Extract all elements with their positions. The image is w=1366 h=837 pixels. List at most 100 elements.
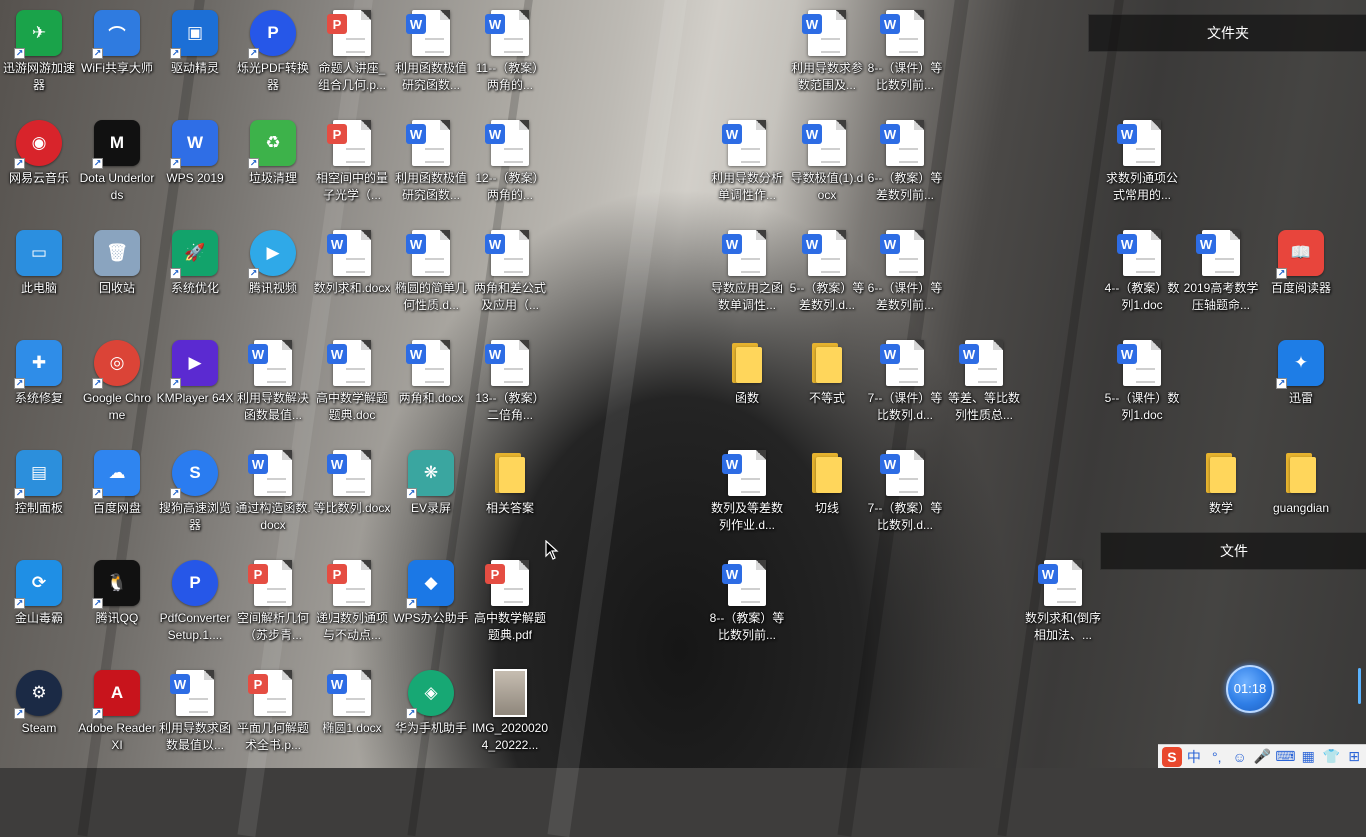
desktop-icon[interactable]: W 7--（教案）等比数列.d...	[866, 442, 944, 552]
desktop-icon[interactable]: W 两角和差公式及应用（...	[471, 222, 549, 332]
desktop-icon[interactable]: M ↗ Dota Underlords	[78, 112, 156, 222]
desktop-icon[interactable]: guangdian	[1262, 442, 1340, 552]
desktop-icon[interactable]: W 数列求和.docx	[313, 222, 391, 332]
desktop-icon[interactable]: ✈ ↗ 迅游网游加速器	[0, 2, 78, 112]
desktop-icon[interactable]: 切线	[788, 442, 866, 552]
desktop-icon[interactable]: W 导数极值(1).docx	[788, 112, 866, 222]
desktop-icon[interactable]: A ↗ Adobe Reader XI	[78, 662, 156, 772]
desktop-icon[interactable]: ⟳ ↗ 金山毒霸	[0, 552, 78, 662]
desktop-icon[interactable]: W 数列及等差数列作业.d...	[708, 442, 786, 552]
chinese-mode-icon[interactable]: 中	[1183, 746, 1205, 768]
chrome-icon: ◎ ↗	[92, 339, 141, 389]
keyboard-icon[interactable]: ⌨	[1274, 746, 1296, 768]
desktop-icon[interactable]: P 高中数学解题题典.pdf	[471, 552, 549, 662]
shortcut-arrow-icon: ↗	[1276, 378, 1287, 389]
desktop-icon[interactable]: ◉ ↗ 网易云音乐	[0, 112, 78, 222]
word-file-icon: W	[880, 339, 929, 387]
desktop-icon[interactable]: 相关答案	[471, 442, 549, 552]
desktop-icon[interactable]: W 利用函数极值研究函数...	[392, 112, 470, 222]
desktop-icon[interactable]: P 命题人讲座_组合几何.p...	[313, 2, 391, 112]
desktop-icon[interactable]: 📖 ↗ 百度阅读器	[1262, 222, 1340, 332]
word-file-icon: W	[1117, 229, 1166, 277]
desktop-icon[interactable]: ⌒ ↗ WiFi共享大师	[78, 2, 156, 112]
desktop-icon[interactable]: ⚙ ↗ Steam	[0, 662, 78, 772]
desktop-icon[interactable]: W 导数应用之函数单调性...	[708, 222, 786, 332]
desktop-icon[interactable]: ✦ ↗ 迅雷	[1262, 332, 1340, 442]
desktop-icon-label: 8--（教案）等比数列前...	[709, 611, 785, 642]
desktop-icon-label: 12--（教案）两角的...	[475, 171, 545, 202]
desktop-icon[interactable]: W 11--（教案）两角的...	[471, 2, 549, 112]
desktop-icon[interactable]: W 等差、等比数列性质总...	[945, 332, 1023, 442]
emoji-icon[interactable]: ☺	[1229, 746, 1251, 768]
desktop-icon[interactable]: W 5--（课件）数列1.doc	[1103, 332, 1181, 442]
desktop-icon[interactable]: W 利用函数极值研究函数...	[392, 2, 470, 112]
desktop-icon[interactable]: ♻ ↗ 垃圾清理	[234, 112, 312, 222]
desktop-icon[interactable]: W 利用导数求参数范围及...	[788, 2, 866, 112]
desktop-icon[interactable]: W 数列求和(倒序相加法、...	[1024, 552, 1102, 662]
desktop-icon[interactable]: ▶ ↗ KMPlayer 64X	[156, 332, 234, 442]
desktop-icon[interactable]: W 利用导数解决函数最值...	[234, 332, 312, 442]
desktop-icon[interactable]: W ↗ WPS 2019	[156, 112, 234, 222]
desktop-icon[interactable]: W 通过构造函数.docx	[234, 442, 312, 552]
desktop-icon[interactable]: P 相空间中的量子光学（...	[313, 112, 391, 222]
desktop-icon[interactable]: P 递归数列通项与不动点...	[313, 552, 391, 662]
shortcut-arrow-icon: ↗	[406, 598, 417, 609]
desktop-icon[interactable]: ▤ ↗ 控制面板	[0, 442, 78, 552]
desktop-icon[interactable]: W 等比数列.docx	[313, 442, 391, 552]
desktop-icon[interactable]: W 6--（教案）等差数列前...	[866, 112, 944, 222]
desktop-icon[interactable]: W 4--（教案）数列1.doc	[1103, 222, 1181, 332]
desktop-icon[interactable]: W 12--（教案）两角的...	[471, 112, 549, 222]
desktop-icon[interactable]: W 7--（课件）等比数列.d...	[866, 332, 944, 442]
word-file-icon: W	[802, 119, 851, 167]
desktop-icon[interactable]: ▶ ↗ 腾讯视频	[234, 222, 312, 332]
desktop-icon[interactable]: 数学	[1182, 442, 1260, 552]
toolbox-icon[interactable]: ▦	[1297, 746, 1319, 768]
grid-menu-icon[interactable]: ⊞	[1343, 746, 1365, 768]
folder-icon	[486, 449, 534, 497]
fence-folders[interactable]: 文件夹	[1088, 14, 1366, 52]
desktop-icon[interactable]: 不等式	[788, 332, 866, 442]
desktop-icon[interactable]: ✚ ↗ 系统修复	[0, 332, 78, 442]
desktop-icon[interactable]: W 椭圆1.docx	[313, 662, 391, 772]
desktop-icon[interactable]: P PdfConverterSetup.1....	[156, 552, 234, 662]
word-file-icon: W	[802, 9, 851, 57]
desktop-icon[interactable]: ▣ ↗ 驱动精灵	[156, 2, 234, 112]
scroll-indicator[interactable]	[1358, 668, 1361, 704]
desktop-icon[interactable]: W 8--（教案）等比数列前...	[708, 552, 786, 662]
desktop-icon[interactable]: IMG_20200204_20222...	[471, 662, 549, 772]
desktop-icon[interactable]: P 空间解析几何（苏步青...	[234, 552, 312, 662]
desktop-icon[interactable]: W 利用导数求函数最值以...	[156, 662, 234, 772]
desktop-icon[interactable]: 函数	[708, 332, 786, 442]
desktop-icon[interactable]: P ↗ 烁光PDF转换器	[234, 2, 312, 112]
desktop-icon[interactable]: S ↗ 搜狗高速浏览器	[156, 442, 234, 552]
desktop-icon[interactable]: ☁ ↗ 百度网盘	[78, 442, 156, 552]
desktop-icon[interactable]: W 13--（教案）二倍角...	[471, 332, 549, 442]
desktop-icon[interactable]: ◎ ↗ Google Chrome	[78, 332, 156, 442]
punctuation-icon[interactable]: °,	[1206, 746, 1228, 768]
desktop-icon[interactable]: 🗑 回收站	[78, 222, 156, 332]
word-file-icon: W	[722, 559, 771, 607]
ime-toolbar: S 中 °, ☺ 🎤 ⌨ ▦ 👕 ⊞	[1158, 744, 1366, 768]
desktop-icon[interactable]: ◆ ↗ WPS办公助手	[392, 552, 470, 662]
desktop-icon[interactable]: W 2019高考数学压轴题命...	[1182, 222, 1260, 332]
desktop-icon[interactable]: W 求数列通项公式常用的...	[1103, 112, 1181, 222]
desktop-icon[interactable]: W 6--（课件）等差数列前...	[866, 222, 944, 332]
desktop-icon[interactable]: W 5--（教案）等差数列.d...	[788, 222, 866, 332]
desktop-icon[interactable]: ▭ 此电脑	[0, 222, 78, 332]
desktop-icon[interactable]: W 利用导数分析单调性作...	[708, 112, 786, 222]
desktop-icon[interactable]: 🐧 ↗ 腾讯QQ	[78, 552, 156, 662]
desktop-icon-label: 烁光PDF转换器	[236, 61, 309, 92]
skin-icon[interactable]: 👕	[1320, 746, 1342, 768]
desktop-icon[interactable]: ❋ ↗ EV录屏	[392, 442, 470, 552]
microphone-icon[interactable]: 🎤	[1252, 746, 1274, 768]
desktop-icon[interactable]: W 两角和.docx	[392, 332, 470, 442]
desktop-icon[interactable]: ◈ ↗ 华为手机助手	[392, 662, 470, 772]
sogou-ime-icon[interactable]: S	[1162, 746, 1182, 767]
floating-clock-widget[interactable]: 01:18	[1226, 665, 1274, 713]
desktop-icon-label: 11--（教案）两角的...	[475, 61, 545, 92]
desktop-icon[interactable]: P 平面几何解题术全书.p...	[234, 662, 312, 772]
desktop-icon[interactable]: W 8--（课件）等比数列前...	[866, 2, 944, 112]
desktop-icon[interactable]: 🚀 ↗ 系统优化	[156, 222, 234, 332]
desktop-icon[interactable]: W 椭圆的简单几何性质.d...	[392, 222, 470, 332]
desktop-icon[interactable]: W 高中数学解题题典.doc	[313, 332, 391, 442]
